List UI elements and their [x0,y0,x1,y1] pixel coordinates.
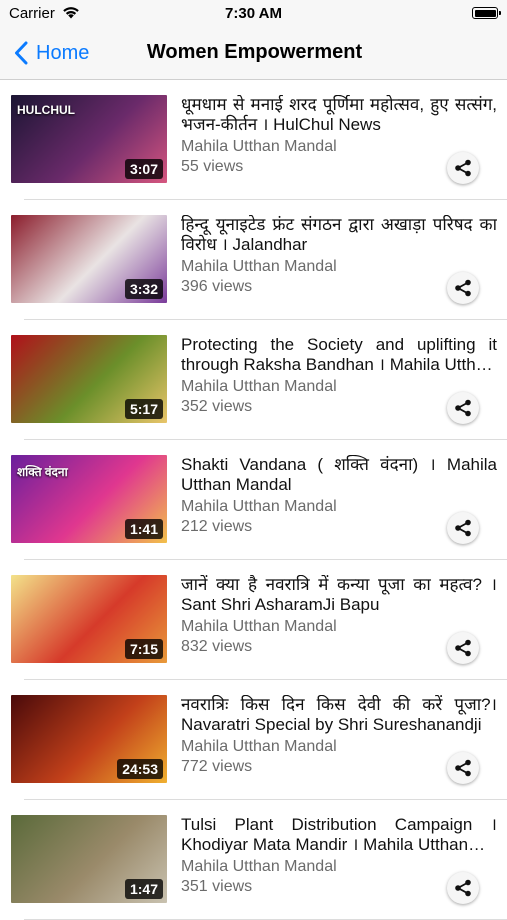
video-title[interactable]: धूमधाम से मनाई शरद पूर्णिमा महोत्सव, हुए… [181,95,497,135]
video-thumbnail[interactable]: 5:17 [11,335,167,423]
video-title[interactable]: Shakti Vandana ( शक्ति वंदना) । Mahila U… [181,455,497,495]
video-title[interactable]: जानें क्या है नवरात्रि में कन्या पूजा का… [181,575,497,615]
video-row[interactable]: HULCHUL 3:07 धूमधाम से मनाई शरद पूर्णिमा म… [0,80,507,200]
page-title-text: Women Empowerment [146,41,363,63]
video-views: 55 views [181,158,244,175]
clock: 7:30 AM [225,5,282,22]
video-views: 352 views [181,398,253,415]
share-button[interactable] [447,872,479,904]
thumbnail-overlay-text: HULCHUL [17,103,75,117]
video-channel: Mahila Utthan Mandal [181,258,337,275]
video-duration: 1:47 [124,879,163,899]
share-button[interactable] [447,632,479,664]
video-channel: Mahila Utthan Mandal [181,738,337,755]
video-views: 832 views [181,638,253,655]
share-button[interactable] [447,512,479,544]
video-duration: 1:41 [124,519,163,539]
battery-icon [472,7,501,19]
video-row[interactable]: 24:53 नवरात्रिः किस दिन किस देवी की करें … [0,680,507,800]
thumbnail-overlay-text: शक्ति वंदना [17,465,68,479]
video-list: HULCHUL 3:07 धूमधाम से मनाई शरद पूर्णिमा म… [0,80,507,920]
video-row[interactable]: 7:15 जानें क्या है नवरात्रि में कन्या पूज… [0,560,507,680]
video-thumbnail[interactable]: 3:32 [11,215,167,303]
video-thumbnail[interactable]: 1:47 [11,815,167,903]
video-channel: Mahila Utthan Mandal [181,498,337,515]
video-views: 396 views [181,278,253,295]
video-thumbnail[interactable]: HULCHUL 3:07 [11,95,167,183]
video-channel: Mahila Utthan Mandal [181,138,337,155]
video-duration: 5:17 [124,399,163,419]
video-views: 772 views [181,758,253,775]
share-button[interactable] [447,152,479,184]
video-duration: 3:07 [124,159,163,179]
video-channel: Mahila Utthan Mandal [181,618,337,635]
video-row[interactable]: 5:17 Protecting the Society and uplifting… [0,320,507,440]
share-button[interactable] [447,752,479,784]
video-title[interactable]: Tulsi Plant Distribution Campaign । Khod… [181,815,497,855]
share-button[interactable] [447,272,479,304]
video-duration: 7:15 [124,639,163,659]
video-thumbnail[interactable]: 24:53 [11,695,167,783]
video-row[interactable]: 3:32 हिन्दू यूनाइटेड फ्रंट संगठन द्वारा अ… [0,200,507,320]
video-thumbnail[interactable]: 7:15 [11,575,167,663]
video-row[interactable]: शक्ति वंदना 1:41 Shakti Vandana ( शक्ति वं… [0,440,507,560]
video-title[interactable]: Protecting the Society and uplifting it … [181,335,497,375]
status-bar: Carrier 7:30 AM [0,0,507,27]
video-title[interactable]: नवरात्रिः किस दिन किस देवी की करें पूजा?… [181,695,497,735]
video-row[interactable]: 1:47 Tulsi Plant Distribution Campaign । … [0,800,507,920]
page-title: Women Empowerment [0,41,507,64]
share-button[interactable] [447,392,479,424]
video-title[interactable]: हिन्दू यूनाइटेड फ्रंट संगठन द्वारा अखाड़… [181,215,497,255]
video-channel: Mahila Utthan Mandal [181,378,337,395]
navigation-bar: Home Women Empowerment [0,27,507,80]
video-duration: 24:53 [117,759,163,779]
video-thumbnail[interactable]: शक्ति वंदना 1:41 [11,455,167,543]
video-views: 351 views [181,878,253,895]
video-views: 212 views [181,518,253,535]
video-channel: Mahila Utthan Mandal [181,858,337,875]
video-duration: 3:32 [124,279,163,299]
